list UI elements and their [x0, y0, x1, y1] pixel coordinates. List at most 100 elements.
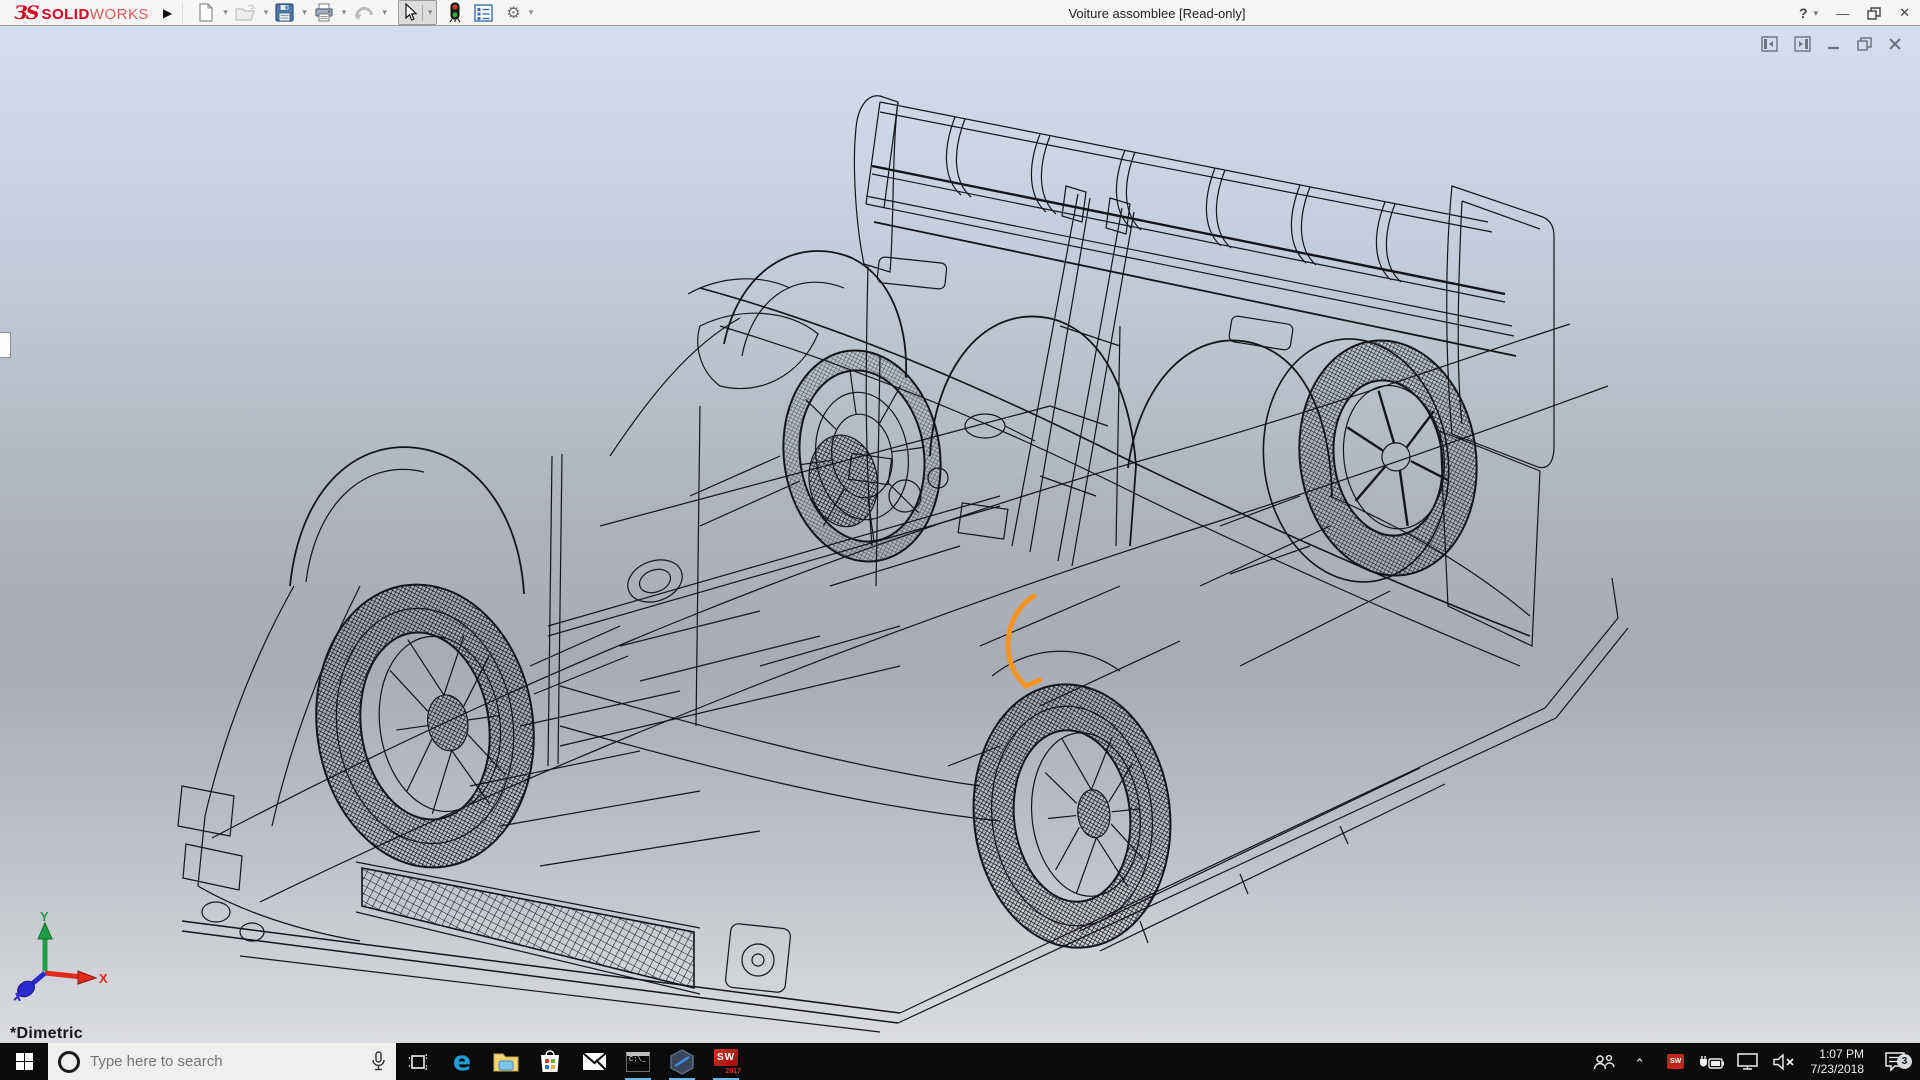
print-icon — [314, 3, 334, 22]
task-view-button[interactable] — [396, 1043, 440, 1080]
gear-icon: ⚙ — [506, 3, 520, 23]
open-caret[interactable]: ▾ — [264, 7, 269, 18]
select-cursor-icon — [401, 3, 419, 22]
quick-access-toolbar: ▾ ▾ ▾ — [197, 0, 538, 25]
new-document-button[interactable] — [197, 3, 215, 22]
brand-works: WORKS — [90, 6, 149, 23]
taskbar-search[interactable] — [48, 1043, 396, 1080]
taskbar-app-hexagon[interactable] — [660, 1043, 704, 1080]
sw-cube: SW — [714, 1049, 738, 1066]
axis-x-label: X — [99, 971, 108, 986]
print-button[interactable] — [314, 3, 334, 22]
taskbar-app-edge[interactable]: e — [440, 1043, 484, 1080]
network-button[interactable] — [1733, 1053, 1763, 1070]
properties-button[interactable] — [474, 4, 493, 22]
collapse-pane-right-icon[interactable] — [1794, 36, 1811, 52]
orientation-triad: Y X — [12, 909, 108, 1001]
options-button[interactable]: ⚙ — [506, 3, 520, 23]
titlebar: ЗS SOLID WORKS ▶ ▾ ▾ — [0, 0, 1920, 26]
microphone-icon[interactable] — [371, 1051, 386, 1072]
front-left-wheel — [298, 570, 551, 881]
solidworks-monitor-tray[interactable]: SW — [1661, 1054, 1691, 1069]
system-tray: ⌃ SW 1 — [1589, 1043, 1920, 1080]
close-button[interactable]: ✕ — [1899, 5, 1910, 21]
minimize-button[interactable]: — — [1836, 6, 1849, 21]
undo-caret[interactable]: ▾ — [382, 7, 387, 18]
hexagon-app-icon — [670, 1049, 694, 1075]
action-center-button[interactable]: 3 — [1876, 1052, 1914, 1072]
cortana-icon[interactable] — [58, 1051, 80, 1073]
feature-pane-splitter-tab[interactable] — [0, 332, 11, 358]
stoplight-icon — [449, 2, 461, 23]
select-tool-button[interactable]: ▾ — [398, 0, 438, 25]
ds-logo-mark: ЗS — [14, 2, 37, 24]
options-caret[interactable]: ▾ — [529, 7, 534, 18]
taskbar-app-store[interactable] — [528, 1043, 572, 1080]
help-button[interactable]: ? — [1799, 5, 1808, 21]
document-window-controls — [1761, 36, 1902, 52]
collapse-pane-left-icon[interactable] — [1761, 36, 1778, 52]
select-caret[interactable]: ▾ — [428, 7, 433, 18]
people-button[interactable] — [1589, 1054, 1619, 1070]
tray-overflow-button[interactable]: ⌃ — [1625, 1054, 1655, 1070]
toolbar-separator — [182, 3, 183, 23]
edge-icon: e — [453, 1048, 471, 1075]
undo-icon — [353, 4, 374, 22]
file-explorer-icon — [493, 1051, 519, 1072]
graphics-viewport[interactable]: Y X *Dimetric — [0, 26, 1920, 1043]
chevron-up-icon: ⌃ — [1634, 1056, 1645, 1072]
rebuild-button[interactable] — [449, 2, 461, 23]
taskbar-app-cmd[interactable]: C:\_ — [616, 1043, 660, 1080]
taskbar-clock[interactable]: 1:07 PM 7/23/2018 — [1805, 1047, 1870, 1077]
document-title: Voiture assomblee [Read-only] — [1068, 6, 1245, 21]
properties-list-icon — [474, 4, 493, 22]
solidworks-logo: ЗS SOLID WORKS — [0, 2, 149, 24]
menu-flyout-arrow-icon[interactable]: ▶ — [163, 6, 172, 20]
view-orientation-label: *Dimetric — [10, 1025, 83, 1043]
selected-edge-highlight[interactable] — [1008, 596, 1040, 686]
wireframe-model[interactable] — [0, 26, 1920, 1043]
sw-year: 2017 — [725, 1068, 741, 1075]
search-input[interactable] — [90, 1053, 361, 1070]
mail-icon — [582, 1052, 607, 1071]
speaker-muted-icon — [1773, 1054, 1795, 1070]
open-button[interactable] — [235, 4, 256, 22]
power-button[interactable] — [1697, 1055, 1727, 1069]
rear-left-wheel — [961, 674, 1184, 957]
taskbar-app-mail[interactable] — [572, 1043, 616, 1080]
help-caret[interactable]: ▾ — [1814, 8, 1819, 19]
new-caret[interactable]: ▾ — [223, 7, 228, 18]
volume-button[interactable] — [1769, 1054, 1799, 1070]
print-caret[interactable]: ▾ — [342, 7, 347, 18]
select-divider — [422, 5, 423, 21]
sw-tray-icon: SW — [1667, 1054, 1684, 1069]
save-button[interactable] — [275, 3, 294, 22]
save-caret[interactable]: ▾ — [302, 7, 307, 18]
start-button[interactable] — [0, 1043, 48, 1080]
taskbar: e C:\_ SW — [0, 1043, 1920, 1080]
window-controls: ? ▾ — ✕ — [1799, 0, 1910, 26]
axis-y-label: Y — [40, 909, 49, 924]
people-icon — [1593, 1054, 1615, 1070]
store-icon — [539, 1050, 561, 1073]
front-right-wheel — [770, 340, 954, 572]
battery-plug-icon — [1699, 1055, 1724, 1069]
task-view-icon — [408, 1053, 428, 1071]
doc-close-icon[interactable] — [1888, 37, 1902, 51]
save-floppy-icon — [275, 3, 294, 22]
taskbar-app-explorer[interactable] — [484, 1043, 528, 1080]
clock-time: 1:07 PM — [1811, 1047, 1864, 1062]
doc-minimize-icon[interactable] — [1827, 37, 1841, 51]
command-prompt-icon: C:\_ — [626, 1052, 650, 1072]
car-wireframe — [178, 96, 1628, 1032]
network-monitor-icon — [1737, 1053, 1758, 1070]
doc-restore-icon[interactable] — [1857, 37, 1872, 51]
solidworks-2017-icon: SW 2017 — [713, 1049, 739, 1075]
brand-solid: SOLID — [41, 6, 89, 23]
undo-button[interactable] — [353, 4, 374, 22]
clock-date: 7/23/2018 — [1811, 1062, 1864, 1077]
windows-logo-icon — [16, 1053, 33, 1070]
rear-right-wheel — [1248, 323, 1492, 594]
restore-button[interactable] — [1867, 7, 1881, 20]
taskbar-app-solidworks[interactable]: SW 2017 — [704, 1043, 748, 1080]
